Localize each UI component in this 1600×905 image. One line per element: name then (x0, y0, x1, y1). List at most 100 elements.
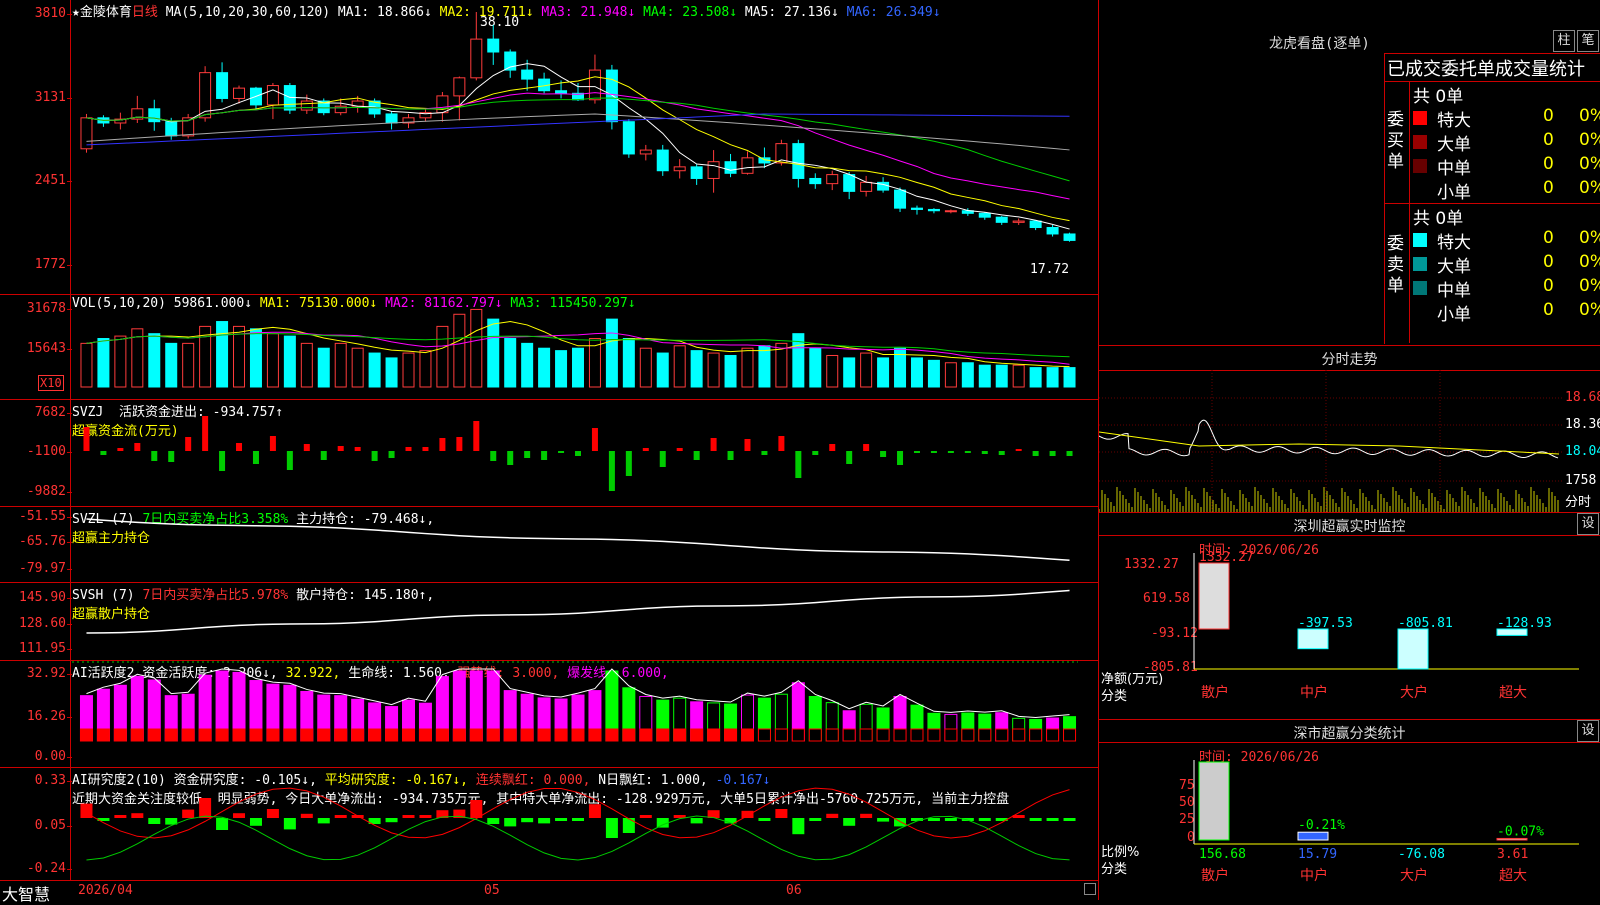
research-bar (148, 818, 161, 824)
flow-bar (541, 451, 548, 460)
volume-bar (334, 342, 347, 388)
intraday-tick: 1758 (1565, 473, 1597, 488)
candle-body (724, 161, 737, 174)
candle-body (927, 208, 940, 212)
net-amount-label: -397.53 (1298, 616, 1353, 631)
volume-bar (148, 333, 161, 388)
flow-bar (727, 451, 734, 460)
stat-title: 已成交委托单成交量统计 (1387, 59, 1585, 80)
research-bar (199, 798, 212, 818)
bar-mode-button[interactable]: 柱 (1553, 30, 1575, 52)
volume-bar (690, 350, 703, 388)
order-count: 0 (1543, 276, 1554, 296)
research-bar (690, 818, 703, 824)
volume-bar (436, 325, 449, 388)
flow-bar (778, 436, 785, 451)
lifeline-bar (283, 728, 297, 742)
avg-price-line (1099, 431, 1560, 455)
candle-body (300, 100, 313, 111)
volume-bar (538, 347, 551, 388)
volume-bar (216, 321, 229, 388)
volume-bar (1046, 367, 1059, 388)
lifeline-bar (402, 728, 416, 742)
volume-bar (978, 364, 991, 388)
candlestick-chart[interactable] (0, 0, 1098, 294)
intraday-panel[interactable]: 分时走势 18.68 18.36 18.04 1758 分时 (1099, 345, 1600, 512)
order-percent: 0% (1579, 276, 1600, 296)
order-type: 特大 (1437, 111, 1471, 131)
kline-panel[interactable]: 3810 3131 2451 1772 ★金陵体育日线 MA(5,10,20,3… (0, 0, 1098, 295)
candle-body (233, 87, 246, 99)
lifeline-bar (96, 728, 110, 742)
flow-bar (1015, 449, 1022, 451)
lifeline-bar (588, 728, 602, 742)
lifeline-bar (79, 728, 93, 742)
volume-bar (368, 352, 381, 388)
research-bar (741, 810, 754, 818)
buy-total: 共 0单 (1413, 87, 1464, 107)
candle-body (639, 149, 652, 155)
lifeline-bar (300, 728, 314, 742)
candle-body (1029, 220, 1042, 229)
lock-icon[interactable] (1084, 883, 1096, 895)
order-percent: 0% (1579, 178, 1600, 198)
research-bar (792, 818, 805, 835)
category-label: 超大 (1499, 868, 1527, 884)
candle-body (622, 121, 635, 155)
candle-body (944, 210, 957, 213)
volume-panel[interactable]: 31678 15643 X10 VOL(5,10,20) 59861.000↓ … (0, 295, 1098, 400)
candle-body (910, 207, 923, 210)
category-label: 超大 (1499, 685, 1527, 701)
lifeline-bar (1012, 728, 1026, 742)
category-label: 散户 (1201, 684, 1229, 701)
research-bar (1063, 818, 1076, 821)
lifeline-bar (1063, 728, 1077, 742)
volume-bar (877, 357, 890, 388)
svzj-panel[interactable]: 7682 -1100 -9882 SVZJ 活跃资金进出: -934.757↑ … (0, 400, 1098, 507)
ai-research-panel[interactable]: 0.33 0.05 -0.24 AI研究度2(10) 资金研究度: -0.105… (0, 768, 1098, 880)
research-bar (233, 813, 246, 818)
order-count: 0 (1543, 154, 1554, 174)
lifeline-bar (452, 728, 466, 742)
ai-activity-panel[interactable]: 32.92 16.26 0.00 AI活跃度2 资金活跃度: 2.206↓, 3… (0, 661, 1098, 768)
lifeline-bar (317, 728, 331, 742)
flow-bar (524, 451, 531, 458)
volume-bar (1063, 367, 1076, 388)
svsh-panel[interactable]: 145.90 128.60 111.95 SVSH (7) 7日内买卖净占比5.… (0, 583, 1098, 661)
ratio-value: -76.08 (1398, 847, 1445, 862)
tick-mode-button[interactable]: 笔 (1577, 30, 1599, 52)
order-type: 大单 (1437, 257, 1471, 277)
flow-bar (761, 451, 768, 455)
volume-bar (385, 357, 398, 388)
lifeline-bar (520, 728, 534, 742)
svzl-panel[interactable]: -51.55 -65.76 -79.97 SVZL (7) 7日内买卖净占比3.… (0, 507, 1098, 583)
volume-bar (351, 347, 364, 388)
volume-bar (826, 354, 839, 388)
order-percent: 0% (1579, 106, 1600, 126)
research-bar (266, 809, 279, 818)
candle-body (588, 69, 601, 101)
volume-bar (80, 342, 93, 388)
volume-bar (927, 359, 940, 388)
flow-bar (930, 451, 937, 453)
research-bar (572, 818, 584, 821)
color-swatch (1413, 135, 1427, 149)
volume-bar (639, 347, 652, 388)
flow-bar (676, 448, 683, 451)
net-amount-label: -805.81 (1398, 616, 1453, 631)
lifeline-bar (605, 728, 619, 742)
volume-bar (317, 347, 330, 388)
flow-bar (1032, 451, 1039, 456)
order-row: 特大 0 0% (1413, 228, 1600, 253)
svsh-line (86, 589, 1070, 634)
candle-body (487, 38, 500, 53)
ma-line (86, 92, 1070, 200)
intraday-chart[interactable] (1099, 346, 1564, 512)
flow-bar (151, 451, 158, 461)
research-bar (622, 818, 635, 833)
lifeline-bar (808, 728, 822, 742)
volume-bar (300, 342, 313, 388)
lifeline-bar (673, 728, 687, 742)
lifeline-bar (622, 728, 636, 742)
lifeline-bar (825, 728, 839, 742)
